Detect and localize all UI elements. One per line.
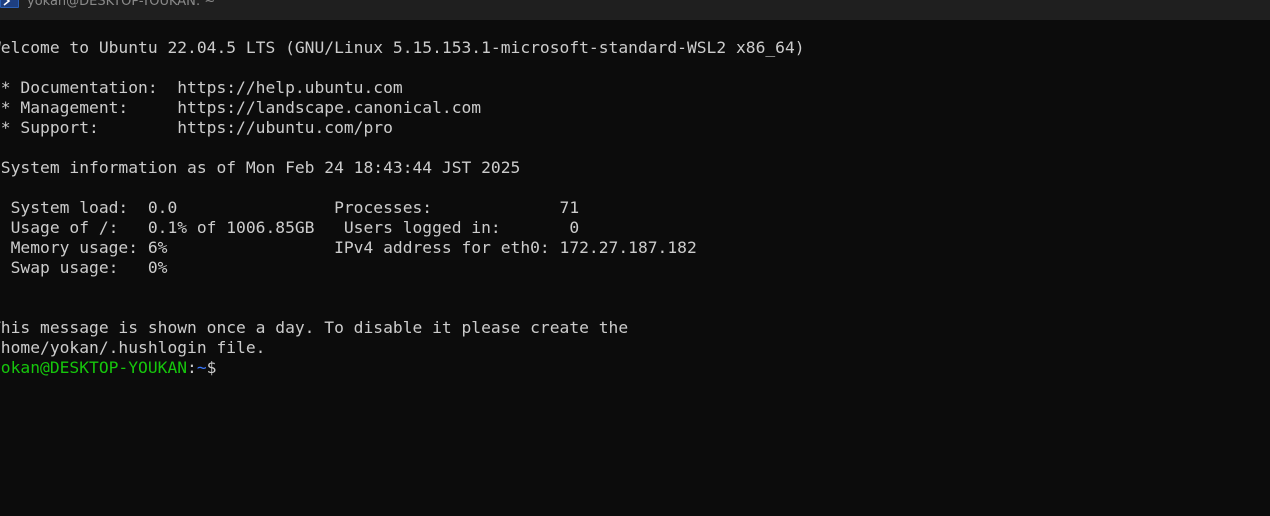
terminal-line: Usage of /: 0.1% of 1006.85GB Users logg… (0, 218, 580, 237)
shell-prompt[interactable]: yokan@DESKTOP-YOUKAN:~$ (0, 358, 1270, 378)
terminal-line: Swap usage: 0% (0, 258, 168, 277)
prompt-path: ~ (196, 358, 207, 377)
title-bar[interactable]: yokan@DESKTOP-YOUKAN: ~ (0, 0, 1270, 20)
terminal-output[interactable]: Welcome to Ubuntu 22.04.5 LTS (GNU/Linux… (0, 38, 1270, 378)
terminal-line: * Support: https://ubuntu.com/pro (0, 118, 393, 137)
terminal-line: System load: 0.0 Processes: 71 (0, 198, 580, 217)
terminal-window: yokan@DESKTOP-YOUKAN: ~ Welcome to Ubunt… (0, 0, 1270, 516)
window-title: yokan@DESKTOP-YOUKAN: ~ (27, 0, 216, 9)
terminal-icon (0, 0, 19, 8)
terminal-line: System information as of Mon Feb 24 18:4… (0, 158, 521, 177)
terminal-line: This message is shown once a day. To dis… (0, 318, 629, 337)
prompt-user-host: yokan@DESKTOP-YOUKAN (0, 358, 188, 377)
terminal-line: * Management: https://landscape.canonica… (0, 98, 482, 117)
prompt-symbol: $ (206, 358, 217, 377)
terminal-line: * Documentation: https://help.ubuntu.com (0, 78, 403, 97)
terminal-line: Welcome to Ubuntu 22.04.5 LTS (GNU/Linux… (0, 38, 805, 57)
terminal-line: /home/yokan/.hushlogin file. (0, 338, 266, 357)
prompt-separator: : (187, 358, 197, 377)
terminal-line: Memory usage: 6% IPv4 address for eth0: … (0, 238, 697, 257)
